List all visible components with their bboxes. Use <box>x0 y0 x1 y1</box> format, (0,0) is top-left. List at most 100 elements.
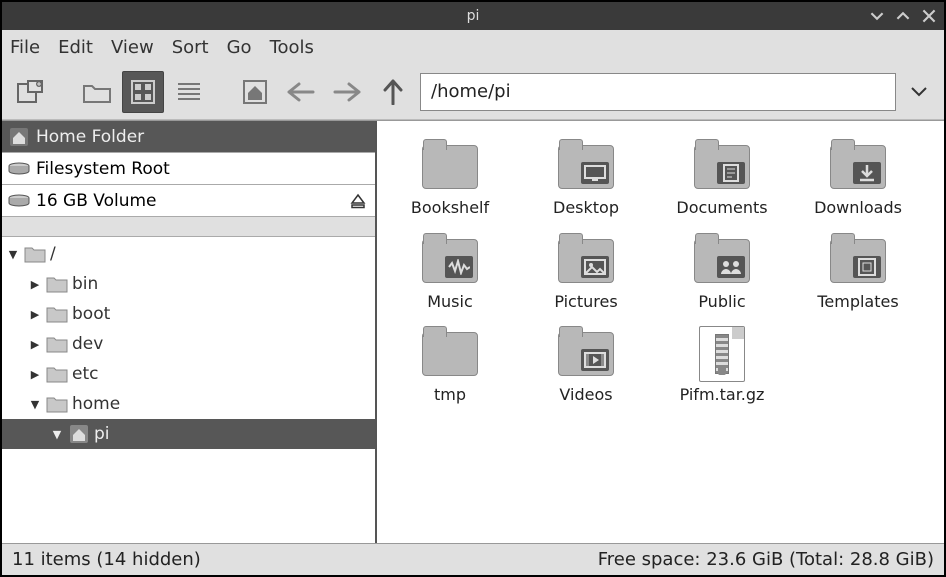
file-item-folder[interactable]: Downloads <box>799 135 917 225</box>
forward-button[interactable] <box>326 71 368 113</box>
folder-icon <box>46 333 68 355</box>
tree-node-label: home <box>72 394 120 414</box>
eject-button[interactable] <box>347 190 369 212</box>
menu-file[interactable]: File <box>10 37 40 58</box>
tree-node-home[interactable]: ▼ home <box>2 389 375 419</box>
folder-icon <box>414 326 486 382</box>
file-grid: Bookshelf Desktop Documents Downloads Music P… <box>391 135 944 412</box>
tree-node-label: bin <box>72 274 98 294</box>
home-icon <box>68 423 90 445</box>
drive-icon <box>8 190 30 212</box>
back-button[interactable] <box>280 71 322 113</box>
file-item-folder[interactable]: tmp <box>391 322 509 412</box>
titlebar: pi <box>2 2 944 30</box>
file-item-folder[interactable]: Desktop <box>527 135 645 225</box>
folder-icon <box>550 139 622 195</box>
tree-node-label: boot <box>72 304 110 324</box>
content-pane[interactable]: Bookshelf Desktop Documents Downloads Music P… <box>377 121 944 543</box>
file-item-folder[interactable]: Pictures <box>527 229 645 319</box>
tree-node-bin[interactable]: ▶ bin <box>2 269 375 299</box>
place-label: 16 GB Volume <box>36 191 157 211</box>
maximize-button[interactable] <box>896 9 910 23</box>
window-title: pi <box>467 8 480 24</box>
folder-icon <box>822 139 894 195</box>
file-item-label: Public <box>698 293 745 311</box>
file-item-folder[interactable]: Templates <box>799 229 917 319</box>
menu-sort[interactable]: Sort <box>172 37 209 58</box>
tree-node-label: / <box>50 244 56 264</box>
view-icon-button[interactable] <box>122 71 164 113</box>
folder-icon <box>550 233 622 289</box>
folder-icon <box>686 139 758 195</box>
file-item-label: Pictures <box>554 293 617 311</box>
tree-node-dev[interactable]: ▶ dev <box>2 329 375 359</box>
tree-node-root[interactable]: ▼ / <box>2 239 375 269</box>
chevron-right-icon[interactable]: ▶ <box>28 338 42 351</box>
view-list-button[interactable] <box>168 71 210 113</box>
chevron-right-icon[interactable]: ▶ <box>28 278 42 291</box>
file-item-label: Desktop <box>553 199 619 217</box>
file-item-label: Bookshelf <box>411 199 489 217</box>
folder-icon <box>24 243 46 265</box>
sidebar-separator <box>2 217 375 237</box>
file-item-archive[interactable]: Pifm.tar.gz <box>663 322 781 412</box>
path-input[interactable] <box>420 73 896 111</box>
status-free-space: Free space: 23.6 GiB (Total: 28.8 GiB) <box>598 549 934 570</box>
chevron-down-icon[interactable]: ▼ <box>6 248 20 261</box>
archive-icon <box>686 326 758 382</box>
view-mode-group <box>76 71 210 113</box>
tree-node-label: dev <box>72 334 103 354</box>
tree-node-etc[interactable]: ▶ etc <box>2 359 375 389</box>
folder-icon <box>46 363 68 385</box>
close-button[interactable] <box>922 9 936 23</box>
menu-go[interactable]: Go <box>227 37 252 58</box>
home-icon <box>8 126 30 148</box>
place-filesystem-root[interactable]: Filesystem Root <box>2 153 375 185</box>
menu-tools[interactable]: Tools <box>270 37 314 58</box>
folder-icon <box>686 233 758 289</box>
file-item-folder[interactable]: Music <box>391 229 509 319</box>
tree-node-label: pi <box>94 424 110 444</box>
menu-view[interactable]: View <box>111 37 154 58</box>
folder-icon <box>46 303 68 325</box>
drive-icon <box>8 158 30 180</box>
status-item-count: 11 items (14 hidden) <box>12 549 201 570</box>
file-item-folder[interactable]: Bookshelf <box>391 135 509 225</box>
chevron-right-icon[interactable]: ▶ <box>28 368 42 381</box>
tree-node-boot[interactable]: ▶ boot <box>2 299 375 329</box>
place-home[interactable]: Home Folder <box>2 121 375 153</box>
file-item-folder[interactable]: Videos <box>527 322 645 412</box>
statusbar: 11 items (14 hidden) Free space: 23.6 Gi… <box>2 543 944 575</box>
chevron-right-icon[interactable]: ▶ <box>28 308 42 321</box>
up-button[interactable] <box>372 71 414 113</box>
file-item-label: Music <box>427 293 473 311</box>
file-item-folder[interactable]: Documents <box>663 135 781 225</box>
chevron-down-icon[interactable]: ▼ <box>28 398 42 411</box>
file-item-label: Documents <box>676 199 767 217</box>
place-label: Home Folder <box>36 127 144 147</box>
minimize-button[interactable] <box>870 9 884 23</box>
place-volume-16gb[interactable]: 16 GB Volume <box>2 185 375 217</box>
window-controls <box>870 9 936 23</box>
path-history-button[interactable] <box>902 73 936 111</box>
place-label: Filesystem Root <box>36 159 170 179</box>
folder-icon <box>550 326 622 382</box>
new-tab-button[interactable] <box>10 71 52 113</box>
chevron-down-icon[interactable]: ▼ <box>50 428 64 441</box>
folder-icon <box>822 233 894 289</box>
home-button[interactable] <box>234 71 276 113</box>
toolbar <box>2 64 944 120</box>
tree-node-pi[interactable]: ▼ pi <box>2 419 375 449</box>
main: Home Folder Filesystem Root 16 GB Volume… <box>2 120 944 543</box>
folder-icon <box>46 393 68 415</box>
file-item-label: Videos <box>559 386 612 404</box>
folder-icon <box>414 233 486 289</box>
folder-icon <box>414 139 486 195</box>
folder-icon <box>46 273 68 295</box>
view-folder-button[interactable] <box>76 71 118 113</box>
tree-node-label: etc <box>72 364 98 384</box>
sidebar: Home Folder Filesystem Root 16 GB Volume… <box>2 121 377 543</box>
file-item-folder[interactable]: Public <box>663 229 781 319</box>
menu-edit[interactable]: Edit <box>58 37 93 58</box>
file-item-label: Downloads <box>814 199 902 217</box>
